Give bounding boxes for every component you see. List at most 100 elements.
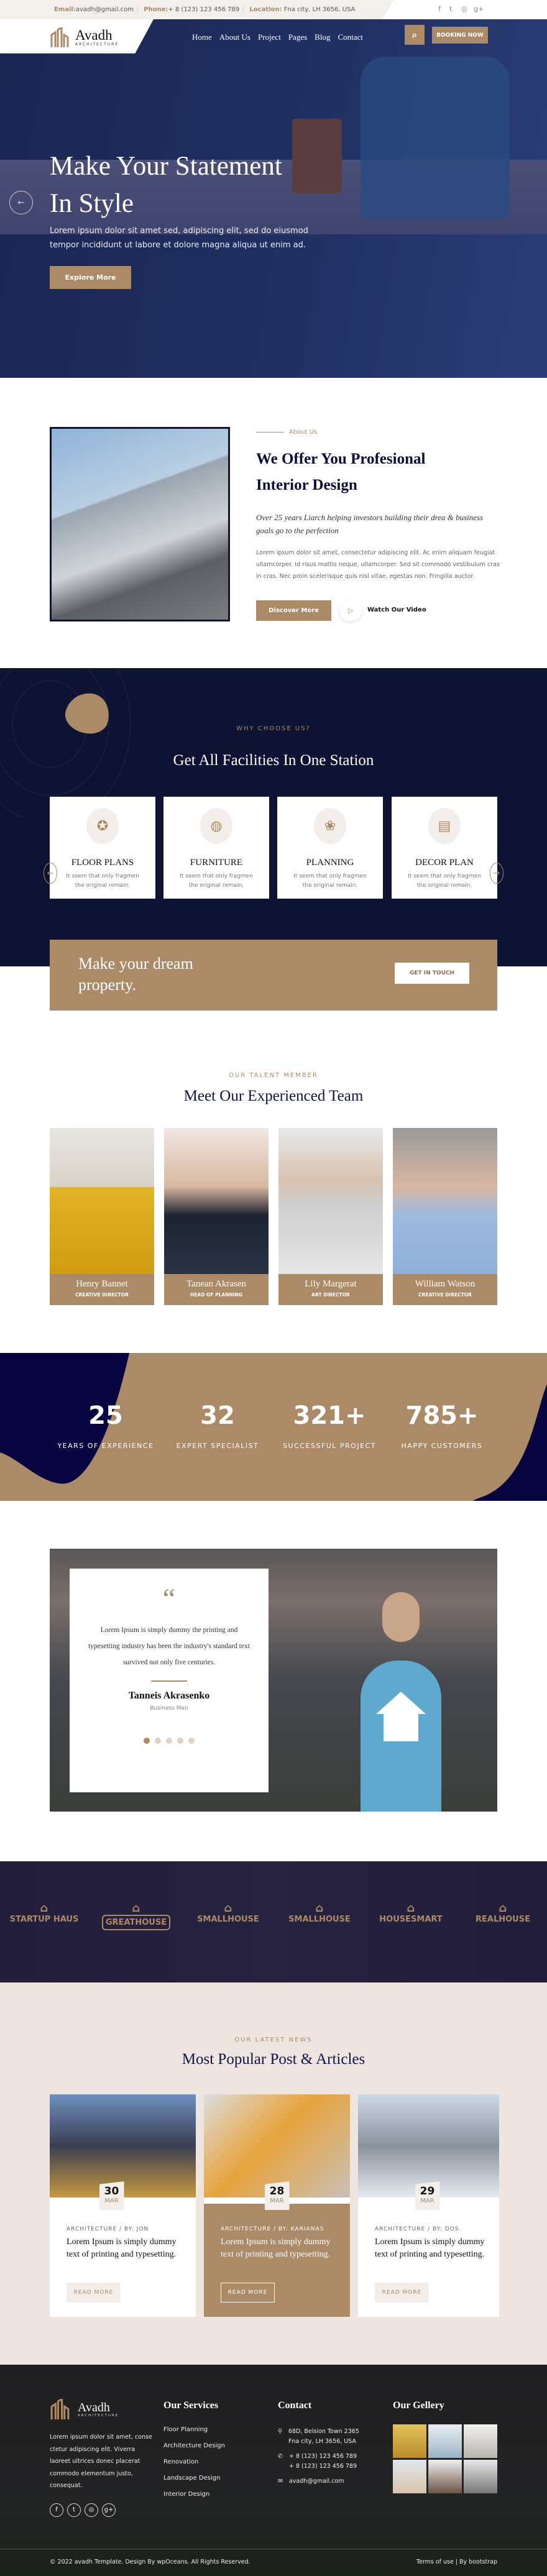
gallery-image[interactable]: [393, 2460, 426, 2493]
blog-label: OUR LATEST NEWS: [234, 2037, 313, 2043]
twitter-icon[interactable]: t: [67, 2503, 81, 2517]
facilities-prev-arrow[interactable]: ←: [44, 863, 57, 884]
stat-label: EXPERT SPECIALIST: [176, 1442, 259, 1450]
stat-label: YEARS OF EXPERIENCE: [57, 1442, 154, 1450]
date-day: 29: [420, 2185, 435, 2198]
post-title[interactable]: Lorem Ipsum is simply dummy text of prin…: [221, 2236, 339, 2261]
read-more-button[interactable]: READ MORE: [67, 2283, 121, 2303]
blog-image: [358, 2094, 499, 2198]
read-more-button[interactable]: READ MORE: [221, 2283, 275, 2303]
service-link[interactable]: Renovation: [163, 2454, 225, 2470]
facilities-next-arrow[interactable]: →: [490, 863, 503, 884]
google-plus-icon[interactable]: g+: [102, 2503, 116, 2517]
date-month: MAR: [420, 2198, 434, 2204]
nav-blog[interactable]: Blog: [315, 32, 330, 42]
discover-more-button[interactable]: Discover More: [256, 600, 331, 621]
facility-title: DECOR PLAN: [415, 858, 474, 868]
award-icon: ✪: [86, 808, 119, 844]
search-button[interactable]: ⌕: [405, 25, 425, 45]
blog-card[interactable]: 30 MAR ARCHITECTURE / BY: JON Lorem Ipsum i…: [50, 2094, 196, 2317]
stat-value: 25: [88, 1401, 123, 1430]
gallery-image[interactable]: [464, 2424, 497, 2458]
search-icon: ⌕: [411, 29, 418, 40]
slider-dot[interactable]: [177, 1738, 183, 1744]
team-card[interactable]: Tanean Akrasen HEAD OF PLANNING: [164, 1128, 269, 1305]
hero-title-line1: Make Your Statement: [50, 152, 282, 181]
service-link[interactable]: Interior Design: [163, 2487, 225, 2503]
phone-icon: ✆: [278, 2453, 283, 2460]
team-caption: Tanean Akrasen HEAD OF PLANNING: [164, 1274, 269, 1305]
post-meta: ARCHITECTURE / BY: DOS: [375, 2226, 459, 2232]
post-title[interactable]: Lorem Ipsum is simply dummy text of prin…: [67, 2236, 185, 2261]
team-card[interactable]: Lily Margerat ART DIRECTOR: [278, 1128, 383, 1305]
team-card[interactable]: William Watson CREATIVE DIRECTOR: [393, 1128, 497, 1305]
service-link[interactable]: Floor Planning: [163, 2422, 225, 2438]
service-link[interactable]: Landscape Design: [163, 2470, 225, 2487]
post-title[interactable]: Lorem Ipsum is simply dummy text of prin…: [375, 2236, 493, 2261]
instagram-icon[interactable]: ◎: [461, 5, 467, 13]
footer-email[interactable]: avadh@gmail.com: [289, 2477, 344, 2487]
phone-2[interactable]: + 8 (123) 123 456 789: [289, 2462, 357, 2472]
team-member-photo: [393, 1128, 497, 1274]
about-building-image: [50, 427, 230, 621]
email-link[interactable]: avadh@gmail.com: [76, 6, 134, 13]
brands-section: [0, 1861, 547, 1982]
terms-link[interactable]: Terms of use | By bootstrap: [416, 2559, 497, 2565]
watch-video-link[interactable]: Watch Our Video: [367, 607, 426, 613]
blog-card[interactable]: 28 MAR ARCHITECTURE / BY: KARIANAS Lorem Ip…: [204, 2094, 350, 2317]
about-text: Lorem ipsum dolor sit amet, consectetur …: [256, 549, 500, 580]
facility-card[interactable]: ✪ FLOOR PLANS It seem that only fragmen th…: [50, 797, 155, 899]
facility-text: It seem that only fragmen the original r…: [180, 873, 253, 889]
facility-text: It seem that only fragmen the original r…: [408, 873, 481, 889]
date-day: 28: [269, 2185, 285, 2198]
hero-prev-arrow[interactable]: ←: [9, 191, 33, 214]
logo-icon: [50, 27, 69, 47]
nav-home[interactable]: Home: [192, 32, 212, 42]
facebook-icon[interactable]: f: [50, 2503, 63, 2517]
nav-contact[interactable]: Contact: [338, 32, 362, 42]
slider-dot[interactable]: [155, 1738, 161, 1744]
gallery-heading: Our Gellery: [393, 2400, 444, 2411]
member-role: ART DIRECTOR: [311, 1292, 350, 1298]
read-more-button[interactable]: READ MORE: [375, 2283, 429, 2303]
footer-logo[interactable]: Avadh ARCHITECTURE: [50, 2399, 119, 2419]
slider-dots: [70, 1738, 269, 1744]
logo[interactable]: Avadh ARCHITECTURE: [50, 27, 119, 47]
blog-card[interactable]: 29 MAR ARCHITECTURE / BY: DOS Lorem Ipsum i…: [358, 2094, 499, 2317]
blog-image: [204, 2094, 350, 2198]
facility-card[interactable]: ❀ PLANNING It seem that only fragmen the o…: [277, 797, 383, 899]
brand-name: SMALLHOUSE: [288, 1915, 351, 1924]
gallery-image[interactable]: [428, 2460, 462, 2493]
get-in-touch-button[interactable]: GET IN TOUCH: [395, 963, 469, 984]
nav-about[interactable]: About Us: [219, 32, 251, 42]
google-plus-icon[interactable]: g+: [474, 5, 484, 13]
gallery-image[interactable]: [428, 2424, 462, 2458]
explore-more-button[interactable]: Explore More: [50, 266, 131, 289]
service-link[interactable]: Architecture Design: [163, 2438, 225, 2454]
stat-value: 321+: [293, 1401, 366, 1430]
gallery-image[interactable]: [393, 2424, 426, 2458]
team-card[interactable]: Henry Bannet CREATIVE DIRECTOR: [50, 1128, 154, 1305]
facebook-icon[interactable]: f: [438, 5, 441, 13]
phone-link[interactable]: + 8 (123) 123 456 789: [168, 6, 239, 13]
instagram-icon[interactable]: ◎: [85, 2503, 98, 2517]
facility-card[interactable]: ◍ FURNITURE It seem that only fragmen the …: [163, 797, 269, 899]
facility-card[interactable]: ▤ DECOR PLAN It seem that only fragmen the…: [392, 797, 497, 899]
nav-pages[interactable]: Pages: [288, 32, 307, 42]
house-icon: ⌂: [499, 1902, 507, 1915]
twitter-icon[interactable]: t: [449, 5, 452, 13]
brand-tagline: ARCHITECTURE: [78, 2413, 119, 2418]
slider-dot[interactable]: [166, 1738, 172, 1744]
house-icon: ⌂: [224, 1902, 232, 1915]
stat-value: 785+: [405, 1401, 479, 1430]
phone-label: Phone:: [144, 6, 168, 13]
gallery-image[interactable]: [464, 2460, 497, 2493]
nav-project[interactable]: Project: [258, 32, 281, 42]
phone-1[interactable]: + 8 (123) 123 456 789: [289, 2452, 357, 2462]
play-video-button[interactable]: ▷: [339, 599, 362, 621]
booking-button[interactable]: BOOKING NOW: [432, 27, 488, 44]
team-caption: Lily Margerat ART DIRECTOR: [278, 1274, 383, 1305]
slider-dot[interactable]: [144, 1738, 150, 1744]
date-badge: 30 MAR: [99, 2181, 124, 2210]
slider-dot[interactable]: [188, 1738, 195, 1744]
